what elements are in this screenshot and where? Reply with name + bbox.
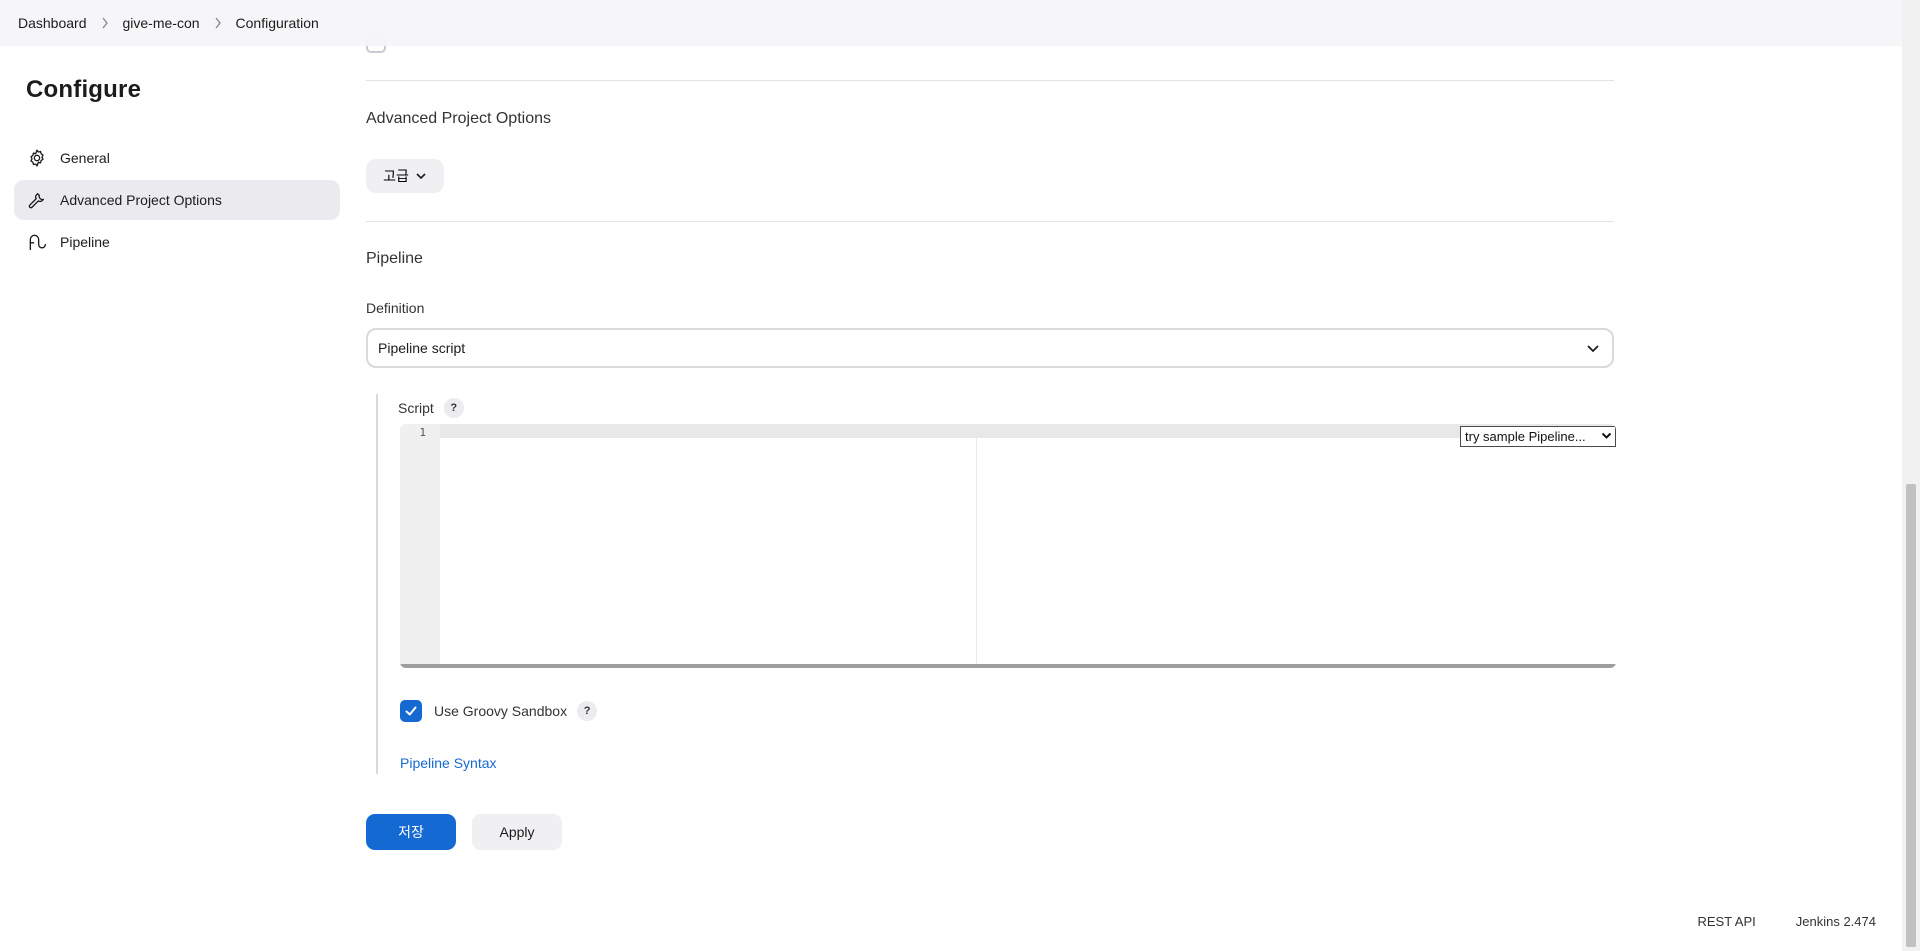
chevron-down-icon bbox=[1586, 340, 1600, 356]
groovy-sandbox-label: Use Groovy Sandbox bbox=[434, 703, 568, 719]
scrollbar-thumb[interactable] bbox=[1906, 484, 1916, 947]
pipeline-script-block: Script ? 1 try sample Pipeline... Use Gr… bbox=[376, 394, 1616, 774]
sidebar-nav: General Advanced Project Options Pipelin… bbox=[14, 138, 340, 262]
pipeline-section-title: Pipeline bbox=[366, 250, 423, 267]
page-scrollbar[interactable] bbox=[1902, 0, 1920, 951]
sidebar-item-advanced-project-options[interactable]: Advanced Project Options bbox=[14, 180, 340, 220]
advanced-section-title: Advanced Project Options bbox=[366, 110, 551, 127]
divider bbox=[366, 80, 1614, 81]
chevron-down-icon bbox=[415, 172, 427, 180]
wrench-icon bbox=[26, 189, 48, 211]
advanced-button[interactable]: 고급 bbox=[366, 159, 444, 193]
editor-active-line bbox=[440, 424, 1616, 438]
chevron-right-icon bbox=[87, 13, 123, 33]
editor-resize-bar[interactable] bbox=[400, 664, 1616, 668]
jenkins-version-link[interactable]: Jenkins 2.474 bbox=[1796, 914, 1876, 929]
sidebar-item-label: Advanced Project Options bbox=[60, 192, 222, 208]
checkmark-icon bbox=[405, 706, 417, 716]
definition-label: Definition bbox=[366, 300, 425, 316]
help-icon[interactable]: ? bbox=[443, 398, 464, 418]
sample-pipeline-select-value: try sample Pipeline... bbox=[1465, 429, 1586, 444]
divider bbox=[366, 221, 1614, 222]
script-label-row: Script ? bbox=[398, 398, 464, 418]
save-button[interactable]: 저장 bbox=[366, 814, 456, 850]
sidebar-item-pipeline[interactable]: Pipeline bbox=[14, 222, 340, 262]
chevron-down-icon bbox=[1601, 429, 1612, 446]
footer: REST API Jenkins 2.474 bbox=[1657, 914, 1876, 929]
breadcrumb-project[interactable]: give-me-con bbox=[123, 15, 200, 31]
advanced-button-label: 고급 bbox=[383, 168, 409, 184]
groovy-sandbox-row: Use Groovy Sandbox ? bbox=[400, 700, 598, 722]
editor-print-margin bbox=[976, 438, 977, 664]
sample-pipeline-select[interactable]: try sample Pipeline... bbox=[1460, 426, 1616, 447]
breadcrumb-configuration[interactable]: Configuration bbox=[236, 15, 319, 31]
sidebar-item-label: Pipeline bbox=[60, 234, 110, 250]
gear-icon bbox=[26, 147, 48, 169]
page-title: Configure bbox=[26, 76, 142, 103]
apply-button[interactable]: Apply bbox=[472, 814, 562, 850]
breadcrumb-dashboard[interactable]: Dashboard bbox=[18, 15, 87, 31]
pipeline-syntax-link[interactable]: Pipeline Syntax bbox=[400, 755, 497, 771]
sidebar: Configure General Advanced Project Optio… bbox=[14, 46, 340, 264]
definition-select[interactable]: Pipeline script bbox=[366, 328, 1614, 368]
chevron-right-icon bbox=[200, 13, 236, 33]
pipeline-icon bbox=[26, 231, 48, 253]
line-number: 1 bbox=[419, 426, 426, 439]
groovy-sandbox-checkbox[interactable] bbox=[400, 700, 422, 722]
script-editor[interactable]: 1 try sample Pipeline... bbox=[400, 424, 1616, 668]
rest-api-link[interactable]: REST API bbox=[1697, 914, 1755, 929]
definition-select-value: Pipeline script bbox=[378, 340, 466, 356]
script-label: Script bbox=[398, 400, 434, 416]
breadcrumb: Dashboard give-me-con Configuration bbox=[0, 0, 1902, 46]
help-icon[interactable]: ? bbox=[577, 701, 598, 721]
sidebar-item-label: General bbox=[60, 150, 110, 166]
sidebar-item-general[interactable]: General bbox=[14, 138, 340, 178]
editor-gutter: 1 bbox=[400, 424, 440, 664]
